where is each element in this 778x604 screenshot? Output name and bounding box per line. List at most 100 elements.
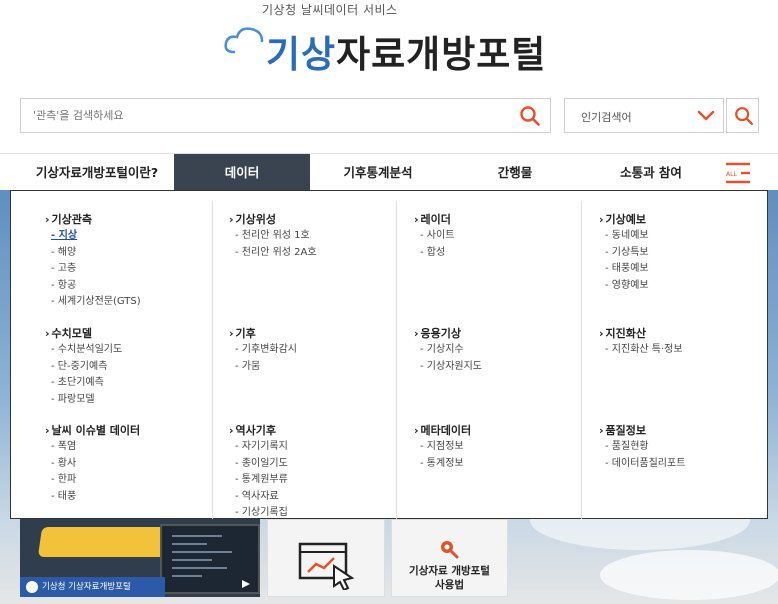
nav-item-about[interactable]: 기상자료개방포털이란? [22, 154, 172, 191]
menu-item-very-short-range[interactable]: - 초단기예측 [45, 375, 122, 392]
menu-item-surface[interactable]: - 지상 [45, 228, 141, 245]
chart-monitor-icon [298, 542, 355, 590]
menu-group-title[interactable]: › 지진화산 [599, 325, 683, 342]
menu-item-drought[interactable]: - 가뭄 [229, 359, 297, 376]
menu-group-title[interactable]: › 기상관측 [45, 211, 141, 228]
popular-search-dropdown[interactable]: 인기검색어 [564, 98, 724, 133]
menu-item-typhoon[interactable]: - 태풍 [45, 489, 140, 506]
menu-group-history: › 역사기후 - 자기기록지 - 종이일기도 - 통계원부류 - 역사자료 - 기… [229, 422, 288, 522]
menu-item-recording-chart[interactable]: - 자기기록지 [229, 439, 288, 456]
menu-group-title[interactable]: › 수치모델 [45, 325, 122, 342]
chevron-down-icon[interactable] [697, 108, 715, 124]
menu-item-quality-status[interactable]: - 품질현황 [599, 439, 685, 456]
nav-item-publications[interactable]: 간행물 [460, 154, 570, 191]
menu-item-medium-range[interactable]: - 단-중기예측 [45, 359, 122, 376]
menu-item-cold-wave[interactable]: - 한파 [45, 472, 140, 489]
menu-item-impact-forecast[interactable]: - 영향예보 [599, 278, 649, 295]
menu-item-paper-chart[interactable]: - 종이일기도 [229, 456, 288, 473]
menu-item-ocean[interactable]: - 해양 [45, 245, 141, 262]
menu-item-weather-warning[interactable]: - 기상특보 [599, 245, 649, 262]
all-menu-text: ALL [726, 171, 737, 178]
menu-group-title[interactable]: › 품질정보 [599, 422, 685, 439]
menu-item-gts[interactable]: - 세계기상전문(GTS) [45, 294, 141, 311]
hamburger-menu-icon: ALL [726, 162, 750, 184]
promo-banner-card[interactable]: 기상청 기상자료개방포털 [20, 519, 260, 597]
menu-group-metadata: › 메타데이터 - 지점정보 - 통계정보 [414, 422, 471, 472]
menu-group-earthquake: › 지진화산 - 지진화산 특·정보 [599, 325, 683, 359]
nav-item-community[interactable]: 소통과 참여 [596, 154, 706, 191]
column-divider [212, 201, 213, 519]
main-nav: 기상자료개방포털이란? 데이터 기후통계분석 간행물 소통과 참여 ALL [0, 153, 778, 191]
menu-item-climate-monitoring[interactable]: - 기후변화감시 [229, 342, 297, 359]
menu-group-quality: › 품질정보 - 품질현황 - 데이터품질리포트 [599, 422, 685, 472]
search-input[interactable] [21, 99, 511, 132]
menu-item-local-forecast[interactable]: - 동네예보 [599, 228, 649, 245]
menu-item-quality-report[interactable]: - 데이터품질리포트 [599, 456, 685, 473]
menu-group-title[interactable]: › 메타데이터 [414, 422, 471, 439]
logo-text-blue: 기상 [266, 33, 337, 76]
menu-item-gk2a[interactable]: - 천리안 위성 2A호 [229, 245, 317, 262]
menu-group-title[interactable]: › 역사기후 [229, 422, 288, 439]
banner-screen-graphic [160, 524, 260, 594]
nav-item-data[interactable]: 데이터 [174, 154, 310, 191]
chart-service-card[interactable] [267, 519, 385, 597]
portal-guide-card[interactable]: 기상자료 개방포털 사용법 [391, 519, 508, 597]
menu-group-title[interactable]: › 기상위성 [229, 211, 317, 228]
menu-item-heatwave[interactable]: - 폭염 [45, 439, 140, 456]
menu-group-forecast: › 기상예보 - 동네예보 - 기상특보 - 태풍예보 - 영향예보 [599, 211, 649, 294]
portal-guide-label-line1: 기상자료 개방포털 [409, 565, 490, 577]
menu-item-composite[interactable]: - 합성 [414, 245, 454, 262]
search-icon [520, 106, 540, 126]
site-subtitle: 기상청 날씨데이터 서비스 [262, 3, 398, 17]
menu-item-analysis-chart[interactable]: - 수치분석일기도 [45, 342, 122, 359]
menu-item-stats-info[interactable]: - 통계정보 [414, 456, 471, 473]
menu-group-title[interactable]: › 날씨 이슈별 데이터 [45, 422, 140, 439]
nav-item-climate-stats[interactable]: 기후통계분석 [318, 154, 438, 191]
column-divider [581, 201, 582, 519]
site-logo[interactable]: 기상자료개방포털 [222, 18, 562, 78]
all-menu-button[interactable]: ALL [724, 160, 752, 186]
menu-item-coms1[interactable]: - 천리안 위성 1호 [229, 228, 317, 245]
kma-logo-icon [26, 581, 38, 593]
portal-guide-label-line2: 사용법 [435, 579, 464, 591]
menu-item-upper-air[interactable]: - 고층 [45, 261, 141, 278]
menu-group-applied: › 응용기상 - 기상지수 - 기상자원지도 [414, 325, 482, 375]
menu-item-typhoon-forecast[interactable]: - 태풍예보 [599, 261, 649, 278]
portal-guide-label: 기상자료 개방포털 사용법 [392, 564, 507, 592]
menu-group-satellite: › 기상위성 - 천리안 위성 1호 - 천리안 위성 2A호 [229, 211, 317, 261]
menu-item-yellow-dust[interactable]: - 황사 [45, 456, 140, 473]
menu-group-nwp: › 수치모델 - 수치분석일기도 - 단-중기예측 - 초단기예측 - 파랑모델 [45, 325, 122, 408]
menu-group-title[interactable]: › 응용기상 [414, 325, 482, 342]
popular-search-label: 인기검색어 [581, 111, 632, 124]
menu-group-title[interactable]: › 기상예보 [599, 211, 649, 228]
brand-label: 기상청 기상자료개방포털 [20, 577, 165, 597]
brand-label-text: 기상청 기상자료개방포털 [42, 582, 131, 592]
menu-item-earthquake-info[interactable]: - 지진화산 특·정보 [599, 342, 683, 359]
search-icon [735, 107, 753, 125]
menu-group-observation: › 기상관측 - 지상 - 해양 - 고층 - 항공 - 세계기상전문(GTS) [45, 211, 141, 311]
menu-item-historical-data[interactable]: - 역사자료 [229, 489, 288, 506]
search-box [20, 98, 551, 133]
search-button[interactable] [518, 104, 542, 128]
menu-group-climate: › 기후 - 기후변화감시 - 가뭄 [229, 325, 297, 375]
magnifier-pin-icon [441, 541, 459, 559]
menu-group-radar: › 레이더 - 사이트 - 합성 [414, 211, 454, 261]
site-header: 기상청 날씨데이터 서비스 기상자료개방포털 인기검색어 [0, 0, 778, 150]
menu-item-wave-model[interactable]: - 파랑모델 [45, 392, 122, 409]
menu-item-site[interactable]: - 사이트 [414, 228, 454, 245]
logo-text-dark: 자료개방포털 [336, 33, 547, 76]
menu-group-title[interactable]: › 기후 [229, 325, 297, 342]
code-lines-graphic [172, 535, 250, 588]
column-divider [396, 201, 397, 519]
menu-item-weather-index[interactable]: - 기상지수 [414, 342, 482, 359]
menu-item-station-info[interactable]: - 지점정보 [414, 439, 471, 456]
menu-item-statistics-ledger[interactable]: - 통계원부류 [229, 472, 288, 489]
menu-group-title[interactable]: › 레이더 [414, 211, 454, 228]
menu-item-aviation[interactable]: - 항공 [45, 278, 141, 295]
menu-item-resource-map[interactable]: - 기상자원지도 [414, 359, 482, 376]
banner-graphic [37, 527, 173, 557]
menu-group-issue-data: › 날씨 이슈별 데이터 - 폭염 - 황사 - 한파 - 태풍 [45, 422, 140, 505]
mega-menu-panel: › 기상관측 - 지상 - 해양 - 고층 - 항공 - 세계기상전문(GTS) … [10, 190, 768, 519]
popular-search-button[interactable] [726, 98, 759, 133]
site-logo-text: 기상자료개방포털 [266, 24, 546, 78]
